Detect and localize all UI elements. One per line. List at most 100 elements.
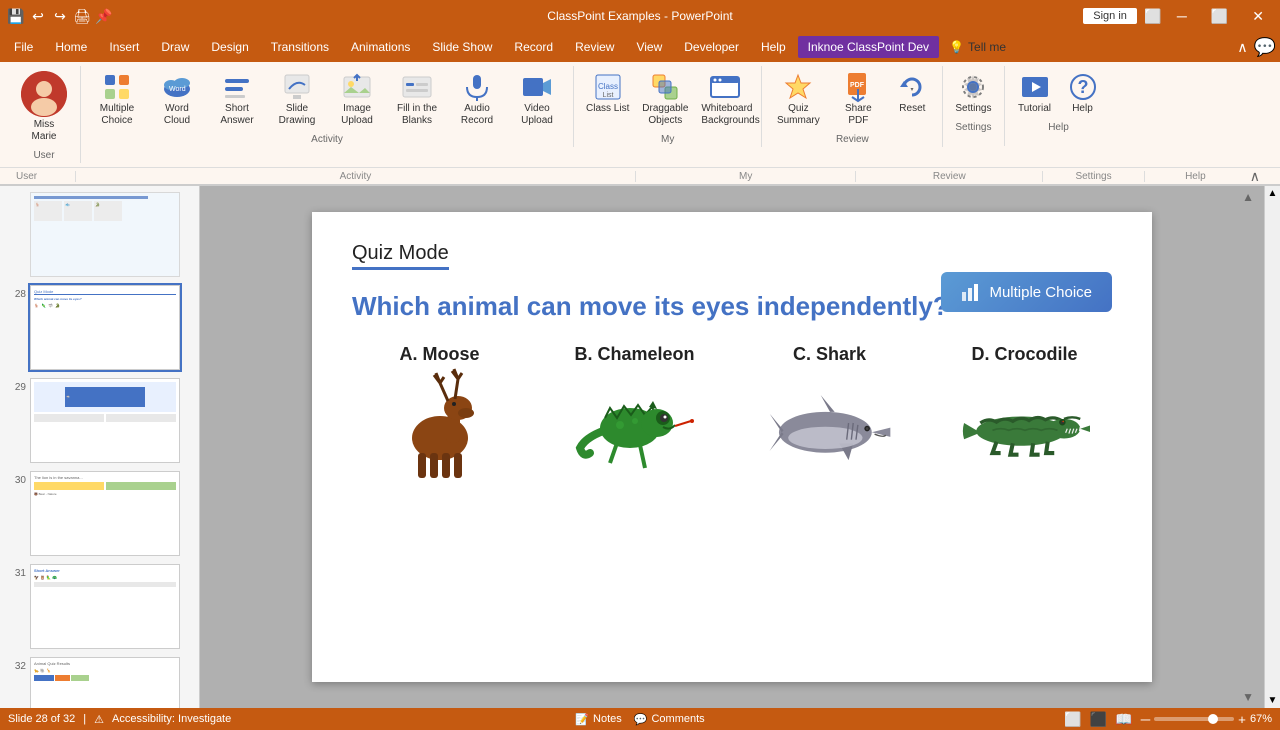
class-list-button[interactable]: Class List Class List [582, 68, 633, 118]
multiple-choice-label: Multiple Choice [93, 103, 141, 127]
menu-slideshow[interactable]: Slide Show [422, 36, 502, 58]
scroll-down-icon[interactable]: ▼ [1242, 690, 1254, 704]
scroll-up-icon[interactable]: ▲ [1242, 190, 1254, 204]
ribbon-group-review: Quiz Summary PDF Share PDF ▾ Reset Revie… [762, 66, 943, 147]
menu-animations[interactable]: Animations [341, 36, 420, 58]
menu-file[interactable]: File [4, 36, 43, 58]
scroll-right-down[interactable]: ▼ [1266, 693, 1280, 708]
menu-design[interactable]: Design [201, 36, 258, 58]
list-item[interactable]: 30 The lion is in the savanna... 🐻 Bear … [4, 469, 195, 558]
quiz-mode-title: Quiz Mode [352, 242, 449, 270]
moose-icon [375, 373, 505, 473]
draggable-objects-button[interactable]: Draggable Objects [637, 68, 693, 130]
reset-label: Reset [899, 103, 925, 115]
multiple-choice-button[interactable]: Multiple Choice [89, 68, 145, 130]
minimize-button[interactable]: ─ [1169, 0, 1195, 32]
print-icon[interactable]: 🖨 [74, 8, 90, 24]
zoom-in-button[interactable]: + [1238, 712, 1246, 727]
list-item[interactable]: 32 Animal Quiz Results 🐆 🐘 🦒 [4, 655, 195, 708]
sign-in-button[interactable]: Sign in [1083, 8, 1137, 24]
share-pdf-icon: PDF [842, 71, 874, 103]
help-icon: ? [1067, 71, 1099, 103]
feedback-icon[interactable]: 💬 [1254, 37, 1276, 58]
collapse-ribbon-button[interactable]: ∧ [1246, 168, 1264, 185]
avatar [21, 71, 67, 117]
draggable-objects-icon [649, 71, 681, 103]
menu-help[interactable]: Help [751, 36, 796, 58]
slide-canvas-area: ▲ Quiz Mode Which animal can move its ey… [200, 186, 1264, 708]
settings-button[interactable]: Settings [951, 68, 995, 118]
user-group-label: User [16, 150, 72, 161]
slide-sorter-button[interactable]: ⬛ [1090, 711, 1107, 728]
answers-row: A. Moose [352, 344, 1112, 473]
help-button[interactable]: ? Help [1061, 68, 1105, 118]
ribbon-group-my: Class List Class List Draggable Objects … [574, 66, 762, 147]
list-item[interactable]: 28 Quiz Mode Which animal can move its e… [4, 283, 195, 372]
reset-button[interactable]: ▾ Reset [890, 68, 934, 118]
list-item[interactable]: 31 Short Answer 🦅🦉 🦜🦚 [4, 562, 195, 651]
app-title: ClassPoint Examples - PowerPoint [547, 9, 732, 23]
ribbon-sections: User Activity My Review Settings Help ∧ [0, 168, 1280, 186]
menu-view[interactable]: View [626, 36, 672, 58]
menu-classpoint[interactable]: Inknoe ClassPoint Dev [798, 36, 939, 58]
menu-review[interactable]: Review [565, 36, 624, 58]
quiz-summary-button[interactable]: Quiz Summary [770, 68, 826, 130]
tutorial-button[interactable]: Tutorial [1013, 68, 1057, 118]
ribbon-toggle-icon[interactable]: ⬜ [1145, 8, 1161, 24]
redo-icon[interactable]: ↪ [52, 8, 68, 24]
multiple-choice-activity-button[interactable]: Multiple Choice [941, 272, 1112, 312]
list-item[interactable]: 29 🦈 [4, 376, 195, 465]
menu-record[interactable]: Record [504, 36, 563, 58]
slide-drawing-label: Slide Drawing [273, 103, 321, 127]
customize-icon[interactable]: 📌 [96, 8, 112, 24]
help-label: Help [1072, 103, 1093, 115]
help-section-label: Help [1145, 171, 1246, 182]
comments-button[interactable]: 💬 Comments [634, 713, 705, 726]
tell-me[interactable]: 💡 Tell me [941, 38, 1014, 56]
scroll-right-up[interactable]: ▲ [1266, 186, 1280, 201]
whiteboard-bg-button[interactable]: Whiteboard Backgrounds [697, 68, 753, 130]
whiteboard-bg-label: Whiteboard Backgrounds [701, 103, 749, 127]
answer-c-label: C. Shark [793, 344, 866, 365]
zoom-slider[interactable] [1154, 717, 1234, 721]
save-icon[interactable]: 💾 [8, 8, 24, 24]
user-button[interactable]: Miss Marie [16, 68, 72, 146]
mc-button-label: Multiple Choice [989, 284, 1092, 301]
menu-insert[interactable]: Insert [99, 36, 149, 58]
close-button[interactable]: ✕ [1244, 0, 1272, 32]
audio-record-button[interactable]: Audio Record [449, 68, 505, 130]
ribbon-collapse-button[interactable]: ∧ [1233, 39, 1251, 56]
short-answer-button[interactable]: Short Answer [209, 68, 265, 130]
menu-transitions[interactable]: Transitions [261, 36, 339, 58]
list-item[interactable]: 🦌 🐟 🐊 [4, 190, 195, 279]
settings-icon [957, 71, 989, 103]
answer-b-label: B. Chameleon [574, 344, 694, 365]
video-upload-button[interactable]: Video Upload [509, 68, 565, 130]
shark-icon [765, 373, 895, 473]
fill-blanks-button[interactable]: Fill in the Blanks [389, 68, 445, 130]
image-upload-button[interactable]: Image Upload [329, 68, 385, 130]
class-list-icon: Class List [592, 71, 624, 103]
help-group-label: Help [1013, 122, 1105, 133]
share-pdf-button[interactable]: PDF Share PDF [830, 68, 886, 130]
slide-canvas[interactable]: Quiz Mode Which animal can move its eyes… [312, 212, 1152, 682]
ribbon: Miss Marie User Multiple Choice Word Wor… [0, 62, 1280, 168]
menu-developer[interactable]: Developer [674, 36, 749, 58]
menu-draw[interactable]: Draw [151, 36, 199, 58]
normal-view-button[interactable]: ⬜ [1064, 711, 1081, 728]
reading-view-button[interactable]: 📖 [1115, 711, 1132, 728]
zoom-out-button[interactable]: ─ [1141, 712, 1150, 727]
svg-text:PDF: PDF [850, 82, 865, 89]
slide-drawing-button[interactable]: Slide Drawing [269, 68, 325, 130]
title-bar: 💾 ↩ ↪ 🖨 📌 ClassPoint Examples - PowerPoi… [0, 0, 1280, 32]
image-upload-label: Image Upload [333, 103, 381, 127]
accessibility-icon: ⚠ [94, 713, 104, 726]
slide-count: Slide 28 of 32 [8, 713, 75, 725]
svg-text:?: ? [1077, 77, 1088, 97]
maximize-button[interactable]: ⬜ [1203, 0, 1236, 32]
slide-panel: 🦌 🐟 🐊 28 Quiz Mode Which animal can move… [0, 186, 200, 708]
menu-home[interactable]: Home [45, 36, 97, 58]
undo-icon[interactable]: ↩ [30, 8, 46, 24]
word-cloud-button[interactable]: Word Word Cloud [149, 68, 205, 130]
notes-button[interactable]: 📝 Notes [575, 713, 621, 726]
